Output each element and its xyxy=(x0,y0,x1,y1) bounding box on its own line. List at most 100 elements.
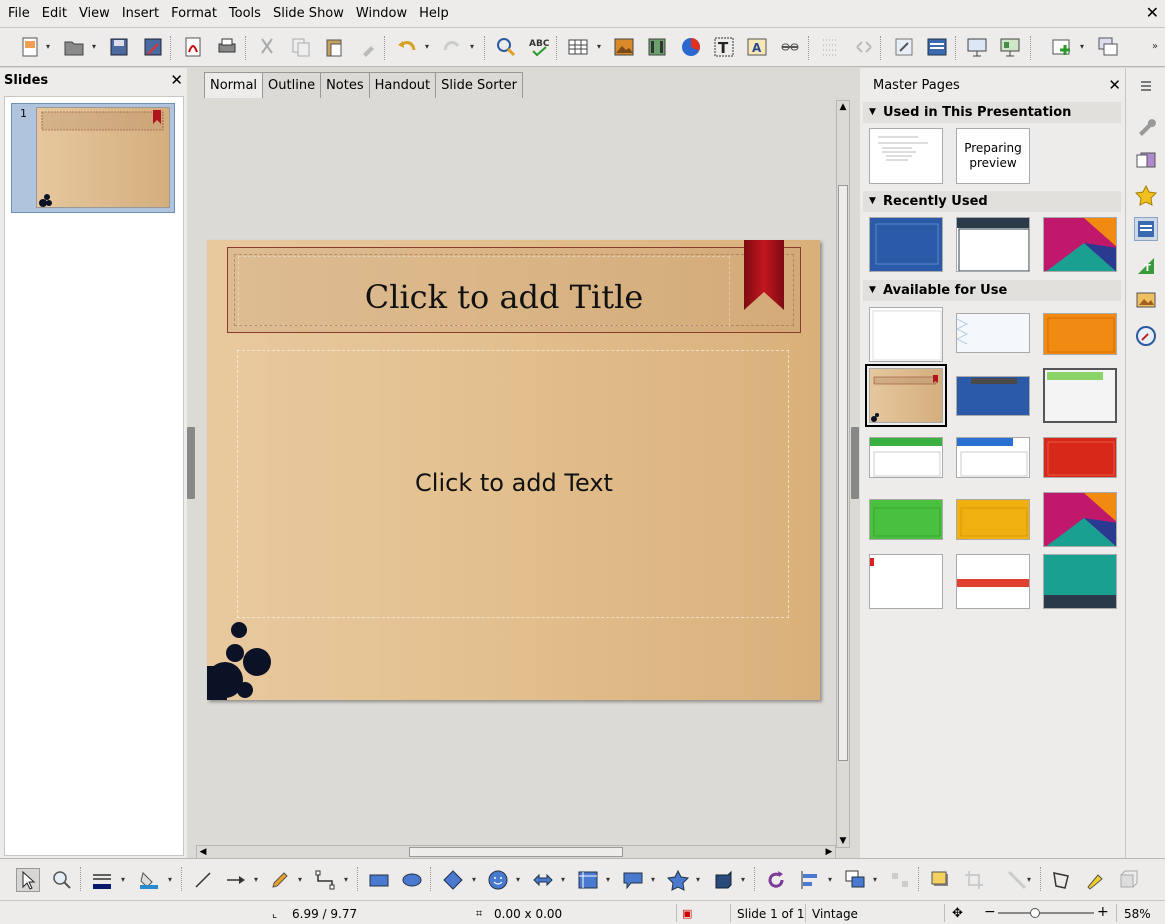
align-dropdown-icon[interactable]: ▾ xyxy=(828,876,836,884)
basic-shapes-dropdown-icon[interactable]: ▾ xyxy=(472,876,480,884)
new-document-icon[interactable] xyxy=(18,35,42,59)
find-replace-icon[interactable] xyxy=(494,35,518,59)
table-icon[interactable] xyxy=(566,35,590,59)
rectangle-tool-icon[interactable] xyxy=(367,868,391,892)
chart-icon[interactable] xyxy=(679,35,703,59)
master-slides-icon[interactable] xyxy=(1134,217,1158,241)
master-thumb-red[interactable] xyxy=(1043,437,1117,478)
master-thumb-blue-band[interactable] xyxy=(956,376,1030,416)
select-arrow-icon[interactable] xyxy=(16,868,40,892)
styles-icon[interactable]: T xyxy=(1134,254,1158,278)
clone-formatting-icon[interactable] xyxy=(356,35,380,59)
navigator-icon[interactable] xyxy=(892,35,916,59)
master-thumb-plain[interactable] xyxy=(869,307,943,362)
flowchart-dropdown-icon[interactable]: ▾ xyxy=(606,876,614,884)
stars-dropdown-icon[interactable]: ▾ xyxy=(696,876,704,884)
master-thumb-recent-blue[interactable] xyxy=(869,217,943,272)
close-document-icon[interactable]: ✕ xyxy=(1146,3,1159,22)
vertical-scroll-thumb[interactable] xyxy=(838,185,848,761)
zoom-slider-knob[interactable] xyxy=(1030,908,1040,918)
slide-show-icon[interactable] xyxy=(965,35,989,59)
master-thumb-blueprint[interactable] xyxy=(956,313,1030,353)
fill-color-dropdown-icon[interactable]: ▾ xyxy=(168,876,176,884)
helplines-icon[interactable] xyxy=(852,35,876,59)
navigator-compass-icon[interactable] xyxy=(1134,324,1158,348)
connector-dropdown-icon[interactable]: ▾ xyxy=(344,876,352,884)
vertical-scrollbar[interactable]: ▲ ▼ xyxy=(836,100,850,848)
horizontal-scrollbar[interactable]: ◀ ▶ xyxy=(196,845,836,859)
paste-icon[interactable] xyxy=(322,35,346,59)
3d-objects-dropdown-icon[interactable]: ▾ xyxy=(741,876,749,884)
freeform-pen-icon[interactable] xyxy=(268,868,292,892)
section-used-header[interactable]: Used in This Presentation xyxy=(863,102,1121,123)
master-thumb-yellow[interactable] xyxy=(956,499,1030,540)
callout-dropdown-icon[interactable]: ▾ xyxy=(651,876,659,884)
3d-objects-icon[interactable] xyxy=(711,868,735,892)
media-icon[interactable] xyxy=(645,35,669,59)
rotate-icon[interactable] xyxy=(764,868,788,892)
master-thumb-orange[interactable] xyxy=(1043,313,1117,355)
master-thumb-green-top[interactable] xyxy=(869,437,943,478)
zoom-in-icon[interactable]: + xyxy=(1097,904,1109,920)
flowchart-icon[interactable] xyxy=(576,868,600,892)
content-placeholder[interactable]: Click to add Text xyxy=(237,350,789,618)
filter-dropdown-icon[interactable]: ▾ xyxy=(1027,876,1035,884)
zoom-percentage[interactable]: 58% xyxy=(1124,906,1151,922)
stars-icon[interactable] xyxy=(666,868,690,892)
crop-icon[interactable] xyxy=(962,868,986,892)
new-slide-dropdown-icon[interactable]: ▾ xyxy=(1080,43,1088,51)
master-thumb-blue-top[interactable] xyxy=(956,437,1030,478)
master-thumb-recent-geometric[interactable] xyxy=(1043,217,1117,272)
line-color-dropdown-icon[interactable]: ▾ xyxy=(121,876,129,884)
toggle-extrusion-icon[interactable] xyxy=(1117,868,1141,892)
filter-icon[interactable] xyxy=(1005,868,1029,892)
text-box-icon[interactable]: T xyxy=(712,35,736,59)
menu-tools[interactable]: Tools xyxy=(223,0,267,27)
new-dropdown-icon[interactable]: ▾ xyxy=(46,43,54,51)
scroll-up-arrow-icon[interactable]: ▲ xyxy=(837,101,849,113)
undo-dropdown-icon[interactable]: ▾ xyxy=(425,43,433,51)
freeform-dropdown-icon[interactable]: ▾ xyxy=(298,876,306,884)
arrow-dropdown-icon[interactable]: ▾ xyxy=(254,876,262,884)
master-thumb-green-banner[interactable] xyxy=(1043,368,1117,423)
save-icon[interactable] xyxy=(107,35,131,59)
slides-panel-collapse-handle[interactable] xyxy=(187,427,195,499)
master-thumb-geometric[interactable] xyxy=(1043,492,1117,547)
grid-icon[interactable] xyxy=(818,35,842,59)
master-thumb-red-band[interactable] xyxy=(956,554,1030,609)
duplicate-slide-icon[interactable] xyxy=(1096,35,1120,59)
master-thumb-default[interactable] xyxy=(869,128,943,184)
glue-points-icon[interactable] xyxy=(1083,868,1107,892)
close-slides-panel-icon[interactable]: ✕ xyxy=(170,71,183,89)
table-dropdown-icon[interactable]: ▾ xyxy=(597,43,605,51)
slide-canvas[interactable]: Click to add Title Click to add Text xyxy=(207,240,820,700)
sidebar-collapse-handle[interactable] xyxy=(851,427,859,499)
menu-slide-show[interactable]: Slide Show xyxy=(267,0,350,27)
block-arrows-icon[interactable] xyxy=(531,868,555,892)
menu-insert[interactable]: Insert xyxy=(116,0,165,27)
scroll-right-arrow-icon[interactable]: ▶ xyxy=(823,846,835,858)
section-available-header[interactable]: Available for Use xyxy=(863,280,1121,301)
copy-icon[interactable] xyxy=(289,35,313,59)
line-color-icon[interactable] xyxy=(90,868,114,892)
points-edit-icon[interactable] xyxy=(1049,868,1073,892)
title-placeholder[interactable]: Click to add Title xyxy=(227,247,801,333)
content-placeholder-text[interactable]: Click to add Text xyxy=(238,469,790,497)
arrow-line-tool-icon[interactable] xyxy=(224,868,248,892)
master-thumb-recent-dark[interactable] xyxy=(956,217,1030,272)
gallery-icon[interactable] xyxy=(1134,288,1158,312)
zoom-slider[interactable] xyxy=(998,908,1094,918)
new-slide-icon[interactable] xyxy=(1050,35,1074,59)
scroll-down-arrow-icon[interactable]: ▼ xyxy=(837,835,849,847)
toolbar-overflow-icon[interactable]: » xyxy=(1152,42,1160,52)
spelling-icon[interactable]: ABC xyxy=(527,35,551,59)
fontwork-icon[interactable]: A xyxy=(745,35,769,59)
ellipse-tool-icon[interactable] xyxy=(400,868,424,892)
menu-window[interactable]: Window xyxy=(350,0,413,27)
redo-icon[interactable] xyxy=(440,35,464,59)
hyperlink-icon[interactable] xyxy=(778,35,802,59)
tab-notes[interactable]: Notes xyxy=(320,72,370,98)
title-placeholder-text[interactable]: Click to add Title xyxy=(228,278,780,316)
fill-color-icon[interactable] xyxy=(137,868,161,892)
align-objects-icon[interactable] xyxy=(798,868,822,892)
